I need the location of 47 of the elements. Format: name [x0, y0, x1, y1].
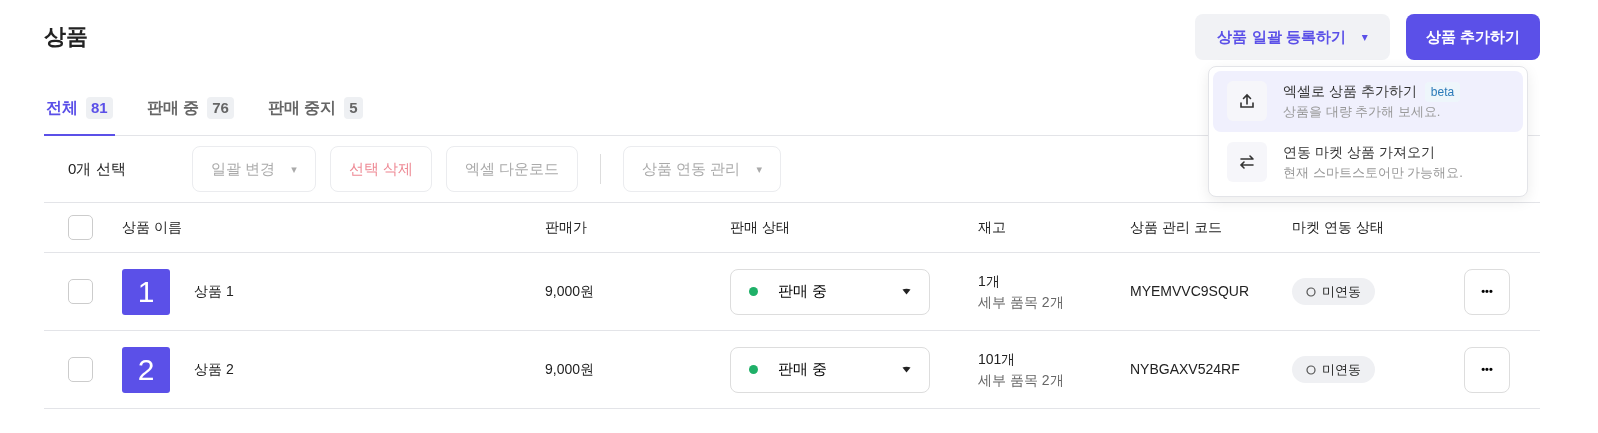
- bulk-register-button[interactable]: 상품 일괄 등록하기 ▾: [1195, 14, 1390, 60]
- menu-item-title: 연동 마켓 상품 가져오기: [1283, 142, 1435, 162]
- variant-count: 세부 품목 2개: [978, 370, 1065, 390]
- variant-count: 세부 품목 2개: [978, 292, 1065, 312]
- swap-arrows-icon: [1238, 152, 1256, 171]
- add-product-button[interactable]: 상품 추가하기: [1405, 14, 1540, 60]
- status-select[interactable]: 판매 중: [730, 346, 930, 393]
- selection-count: 0개 선택: [68, 158, 127, 179]
- caret-icon: [902, 366, 911, 373]
- menu-item-description: 현재 스마트스토어만 가능해요.: [1283, 163, 1463, 182]
- market-status-tag: 미연동: [1292, 277, 1375, 306]
- stock-text: 1개: [978, 271, 1001, 291]
- product-name[interactable]: 상품 1: [194, 281, 234, 302]
- upload-icon: [1238, 92, 1256, 111]
- caret-icon: [902, 288, 911, 295]
- menu-item-title: 엑셀로 상품 추가하기: [1283, 82, 1417, 101]
- column-header: 판매 상태: [730, 219, 790, 235]
- circle-icon: [1306, 286, 1316, 297]
- column-header: 상품 관리 코드: [1130, 219, 1222, 235]
- product-thumbnail: 2: [122, 346, 170, 393]
- product-code: NYBGAXV524RF: [1130, 361, 1240, 377]
- product-thumbnail: 1: [122, 268, 170, 315]
- more-button[interactable]: •••: [1464, 346, 1510, 393]
- status-select[interactable]: 판매 중: [730, 268, 930, 315]
- select-all-checkbox[interactable]: [68, 215, 93, 240]
- stock-text: 101개: [978, 349, 1017, 369]
- column-header: 마켓 연동 상태: [1292, 219, 1384, 235]
- column-header: 판매가: [545, 219, 587, 235]
- page-title: 상품: [44, 23, 88, 51]
- product-code: MYEMVVC9SQUR: [1130, 283, 1250, 299]
- row-checkbox[interactable]: [68, 279, 93, 304]
- menu-item[interactable]: 엑셀로 상품 추가하기 beta 상품을 대량 추가해 보세요.: [1213, 71, 1523, 132]
- circle-icon: [1306, 364, 1316, 375]
- product-name[interactable]: 상품 2: [194, 359, 234, 380]
- tab[interactable]: 판매 중지 5: [265, 90, 365, 136]
- row-checkbox[interactable]: [68, 357, 93, 382]
- column-header: 상품 이름: [122, 219, 182, 235]
- tab[interactable]: 판매 중 76: [144, 90, 236, 136]
- tab[interactable]: 전체 81: [44, 90, 115, 136]
- menu-item[interactable]: 연동 마켓 상품 가져오기 현재 스마트스토어만 가능해요.: [1213, 131, 1523, 192]
- price-text: 9,000원: [545, 283, 595, 299]
- market-status-tag: 미연동: [1292, 355, 1375, 384]
- more-button[interactable]: •••: [1464, 268, 1510, 315]
- menu-item-description: 상품을 대량 추가해 보세요.: [1283, 103, 1442, 121]
- beta-tag: beta: [1424, 81, 1461, 102]
- column-header: 재고: [978, 219, 1006, 235]
- price-text: 9,000원: [545, 361, 595, 377]
